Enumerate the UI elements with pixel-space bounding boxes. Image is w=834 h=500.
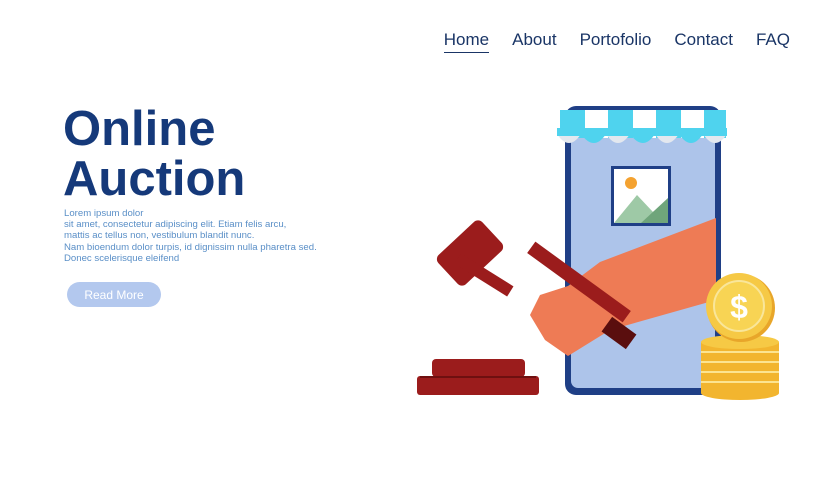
- gavel-icon: [436, 220, 637, 350]
- hero-title: Online Auction: [63, 104, 245, 204]
- read-more-button[interactable]: Read More: [67, 282, 161, 307]
- hero-description-line: Lorem ipsum dolor: [64, 208, 144, 219]
- coin-stack-icon: [701, 335, 779, 400]
- hero-description-line: Nam bioendum dolor turpis, id dignissim …: [64, 241, 317, 253]
- hero-title-line-1: Online: [63, 102, 216, 156]
- sound-block-icon: [417, 359, 539, 395]
- nav-link-home[interactable]: Home: [443, 30, 490, 53]
- hand-icon: [530, 218, 716, 356]
- shop-awning-icon: [557, 110, 727, 143]
- nav-link-about[interactable]: About: [512, 30, 556, 53]
- dollar-sign: $: [730, 289, 748, 325]
- nav-link-contact[interactable]: Contact: [674, 30, 733, 53]
- nav-link-portofolio[interactable]: Portofolio: [580, 30, 652, 53]
- smartphone-icon: [565, 106, 721, 395]
- hero-description-line: sit amet, consectetur adipiscing elit. E…: [64, 219, 287, 231]
- dollar-coin-icon: $: [706, 273, 775, 342]
- main-nav: Home About Portofolio Contact FAQ: [421, 30, 790, 53]
- nav-link-faq[interactable]: FAQ: [756, 30, 790, 53]
- hero-title-line-2: Auction: [63, 152, 246, 206]
- image-icon: [611, 166, 671, 226]
- hero-description-line: mattis ac tellus non, vestibulum blandit…: [64, 230, 255, 242]
- hero-description-line: Donec scelerisque eleifend: [64, 252, 180, 264]
- hero-description: Lorem ipsum dolor sit amet, consectetur …: [64, 208, 354, 264]
